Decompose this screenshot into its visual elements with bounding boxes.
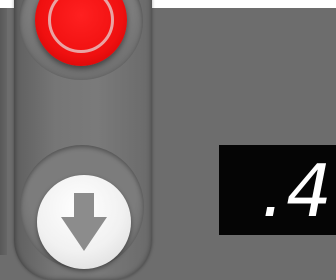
counter-display: .4 xyxy=(219,145,336,235)
stop-icon xyxy=(48,0,114,53)
down-arrow-icon xyxy=(61,193,107,251)
left-bezel xyxy=(0,8,7,255)
counter-value: .4 xyxy=(261,149,334,233)
